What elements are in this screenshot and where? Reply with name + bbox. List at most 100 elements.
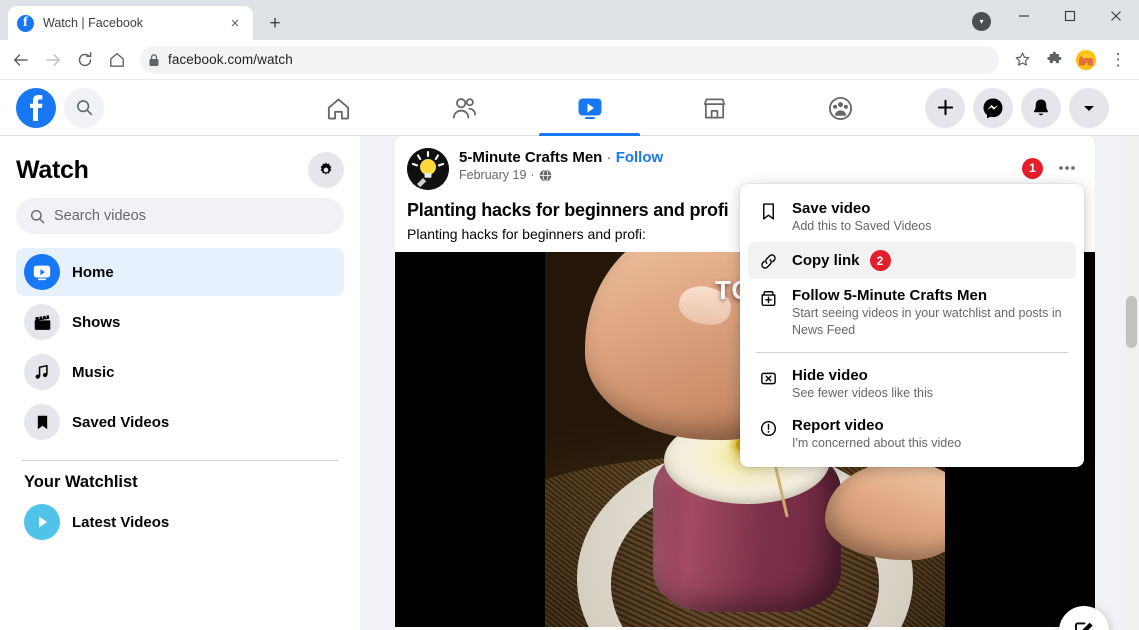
post-date: February 19 bbox=[459, 168, 527, 182]
facebook-icon: f bbox=[17, 14, 34, 32]
account-menu-button[interactable] bbox=[1069, 87, 1109, 128]
menu-item-title: Save video bbox=[792, 200, 1068, 217]
sidebar-item-label: Home bbox=[72, 263, 114, 281]
post-options-menu: Save video Add this to Saved Videos Copy… bbox=[740, 184, 1084, 468]
nav-tab-marketplace[interactable] bbox=[652, 80, 777, 136]
tab-search-icon[interactable]: ▾ bbox=[972, 12, 991, 31]
avatar[interactable] bbox=[407, 148, 449, 190]
messenger-button[interactable] bbox=[973, 87, 1013, 128]
menu-item-title: Copy link 2 bbox=[792, 250, 1068, 272]
post-author-line: 5-Minute Crafts Men · Follow bbox=[459, 149, 1022, 166]
menu-item-follow-page[interactable]: Follow 5-Minute Crafts Men Start seeing … bbox=[748, 279, 1076, 346]
menu-item-save-video[interactable]: Save video Add this to Saved Videos bbox=[748, 192, 1076, 242]
menu-item-body: Follow 5-Minute Crafts Men Start seeing … bbox=[792, 287, 1068, 338]
notifications-button[interactable] bbox=[1021, 87, 1061, 128]
new-tab-button[interactable]: + bbox=[261, 9, 289, 37]
menu-item-label: Copy link bbox=[792, 252, 860, 270]
sidebar-item-shows[interactable]: Shows bbox=[16, 298, 344, 346]
menu-item-report-video[interactable]: Report video I'm concerned about this vi… bbox=[748, 409, 1076, 459]
create-button[interactable] bbox=[925, 87, 965, 128]
menu-item-body: Copy link 2 bbox=[792, 250, 1068, 272]
music-note-icon bbox=[24, 354, 60, 390]
globe-icon bbox=[539, 168, 552, 182]
menu-item-label: Report video bbox=[792, 417, 884, 434]
star-icon[interactable] bbox=[1007, 45, 1037, 75]
search-icon bbox=[30, 209, 45, 224]
bookmark-icon bbox=[24, 404, 60, 440]
page-scrollbar[interactable] bbox=[1124, 136, 1139, 630]
post-actions: 1 bbox=[1022, 148, 1083, 184]
watch-sidebar: Watch Search videos Home Shows Music Sav… bbox=[0, 136, 360, 630]
navbar-tabs bbox=[276, 80, 903, 136]
sidebar-item-home[interactable]: Home bbox=[16, 248, 344, 296]
close-icon[interactable]: × bbox=[226, 14, 244, 32]
scrollbar-thumb[interactable] bbox=[1126, 296, 1137, 348]
menu-item-body: Hide video See fewer videos like this bbox=[792, 367, 1068, 401]
menu-item-copy-link[interactable]: Copy link 2 bbox=[748, 242, 1076, 280]
menu-item-desc: Add this to Saved Videos bbox=[792, 219, 932, 233]
lock-icon bbox=[148, 53, 160, 67]
close-window-icon[interactable] bbox=[1093, 0, 1139, 32]
separator: · bbox=[606, 149, 612, 166]
watchlist-heading: Your Watchlist bbox=[24, 473, 138, 491]
minimize-icon[interactable] bbox=[1001, 0, 1047, 32]
menu-item-hide-video[interactable]: Hide video See fewer videos like this bbox=[748, 359, 1076, 409]
menu-item-desc: Start seeing videos in your watchlist an… bbox=[792, 306, 1062, 337]
menu-item-badge: 2 bbox=[869, 250, 891, 272]
three-dots-icon[interactable] bbox=[1051, 152, 1083, 184]
clapperboard-icon bbox=[24, 304, 60, 340]
nav-tab-home[interactable] bbox=[276, 80, 401, 136]
window-controls bbox=[1001, 0, 1139, 32]
menu-item-title: Follow 5-Minute Crafts Men bbox=[792, 287, 1068, 304]
menu-separator bbox=[756, 351, 1068, 353]
forward-icon[interactable] bbox=[38, 45, 68, 75]
navbar-left bbox=[0, 87, 250, 128]
sidebar-item-latest-videos[interactable]: Latest Videos bbox=[16, 498, 344, 546]
reload-icon[interactable] bbox=[70, 45, 100, 75]
post-badge: 1 bbox=[1022, 157, 1043, 179]
post-meta: 5-Minute Crafts Men · Follow February 19… bbox=[459, 148, 1022, 182]
maximize-icon[interactable] bbox=[1047, 0, 1093, 32]
profile-avatar[interactable] bbox=[1071, 45, 1101, 75]
separator: · bbox=[530, 168, 535, 182]
page-title: Watch bbox=[16, 155, 89, 184]
menu-item-title: Report video bbox=[792, 417, 1068, 434]
browser-menu-icon[interactable]: ⋮ bbox=[1103, 45, 1133, 75]
nav-tab-groups[interactable] bbox=[778, 80, 903, 136]
nav-tab-watch[interactable] bbox=[527, 80, 652, 136]
watch-home-icon bbox=[24, 254, 60, 290]
browser-titlebar: f Watch | Facebook × + ▾ bbox=[0, 0, 1139, 40]
menu-item-body: Report video I'm concerned about this vi… bbox=[792, 417, 1068, 451]
x-box-icon bbox=[756, 367, 780, 388]
sidebar-item-music[interactable]: Music bbox=[16, 348, 344, 396]
back-icon[interactable] bbox=[6, 45, 36, 75]
browser-tab[interactable]: f Watch | Facebook × bbox=[8, 6, 253, 40]
puzzle-icon[interactable] bbox=[1039, 45, 1069, 75]
sidebar-item-saved-videos[interactable]: Saved Videos bbox=[16, 398, 344, 446]
follow-link[interactable]: Follow bbox=[616, 149, 664, 166]
video-post-card: 5-Minute Crafts Men · Follow February 19… bbox=[395, 136, 1095, 630]
gear-icon[interactable] bbox=[308, 152, 344, 188]
menu-item-desc: I'm concerned about this video bbox=[792, 436, 962, 450]
video-onion bbox=[653, 416, 841, 612]
sidebar-divider bbox=[22, 460, 338, 461]
sidebar-item-label: Shows bbox=[72, 313, 121, 331]
sidebar-header: Watch bbox=[16, 144, 344, 198]
search-input[interactable] bbox=[54, 208, 330, 224]
search-videos-field[interactable] bbox=[16, 198, 344, 234]
exclamation-circle-icon bbox=[756, 417, 780, 438]
facebook-logo[interactable] bbox=[16, 87, 56, 128]
menu-item-title: Hide video bbox=[792, 367, 1068, 384]
add-box-icon bbox=[756, 287, 780, 308]
nav-tab-friends[interactable] bbox=[401, 80, 526, 136]
post-author[interactable]: 5-Minute Crafts Men bbox=[459, 149, 602, 166]
home-icon[interactable] bbox=[102, 45, 132, 75]
navbar-search-button[interactable] bbox=[64, 87, 104, 128]
sidebar-item-label: Music bbox=[72, 363, 115, 381]
post-header: 5-Minute Crafts Men · Follow February 19… bbox=[395, 136, 1095, 190]
sidebar-item-label: Latest Videos bbox=[72, 513, 170, 531]
feed-area: 5-Minute Crafts Men · Follow February 19… bbox=[360, 136, 1139, 630]
browser-window: f Watch | Facebook × + ▾ facebook.com/wa… bbox=[0, 0, 1139, 630]
menu-item-label: Save video bbox=[792, 200, 871, 217]
address-bar[interactable]: facebook.com/watch bbox=[140, 45, 999, 74]
